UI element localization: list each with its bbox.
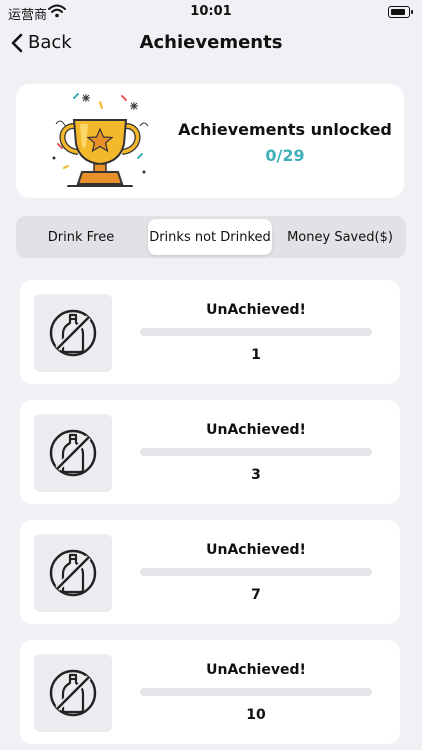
- tab-money-saved[interactable]: Money Saved($): [278, 219, 402, 255]
- no-drinking-icon: [49, 309, 97, 357]
- achievement-target: 10: [246, 707, 266, 723]
- no-drinking-icon: [49, 669, 97, 717]
- achievement-target: 7: [251, 587, 261, 603]
- achievement-progress-bar: [140, 568, 372, 576]
- navigation-bar: Back Achievements: [0, 26, 422, 62]
- achievement-progress-bar: [140, 688, 372, 696]
- no-drinking-icon: [49, 429, 97, 477]
- achievement-card[interactable]: UnAchieved! 10: [20, 640, 400, 744]
- clock: 10:01: [190, 4, 232, 19]
- achievement-status: UnAchieved!: [206, 422, 306, 438]
- achievement-status: UnAchieved!: [206, 302, 306, 318]
- no-drinking-icon: [49, 549, 97, 597]
- achievement-target: 3: [251, 467, 261, 483]
- achievement-icon-box: [34, 534, 112, 612]
- tab-drinks-not-drinked[interactable]: Drinks not Drinked: [148, 219, 272, 255]
- status-bar: 运营商 10:01: [0, 0, 422, 26]
- tab-label: Drinks not Drinked: [149, 229, 271, 245]
- category-segmented-control: Drink Free Drinks not Drinked Money Save…: [16, 216, 406, 258]
- page-title: Achievements: [139, 32, 283, 53]
- tab-label: Drink Free: [47, 229, 115, 245]
- tab-drink-free[interactable]: Drink Free: [20, 219, 142, 255]
- achievement-icon-box: [34, 654, 112, 732]
- achievement-target: 1: [251, 347, 261, 363]
- achievement-status: UnAchieved!: [206, 662, 306, 678]
- tab-label: Money Saved($): [287, 229, 393, 245]
- achievement-status: UnAchieved!: [206, 542, 306, 558]
- achievement-icon-box: [34, 294, 112, 372]
- achievement-progress-bar: [140, 448, 372, 456]
- trophy-icon: [52, 93, 149, 187]
- battery-icon: [388, 6, 413, 18]
- achievements-summary-card: Achievements unlocked 0/29: [16, 84, 404, 198]
- unlocked-count: 0/29: [265, 146, 305, 165]
- summary-title: Achievements unlocked: [178, 120, 392, 139]
- achievement-icon-box: [34, 414, 112, 492]
- achievement-card[interactable]: UnAchieved! 3: [20, 400, 400, 504]
- achievement-progress-bar: [140, 328, 372, 336]
- achievement-card[interactable]: UnAchieved! 1: [20, 280, 400, 384]
- achievement-card[interactable]: UnAchieved! 7: [20, 520, 400, 624]
